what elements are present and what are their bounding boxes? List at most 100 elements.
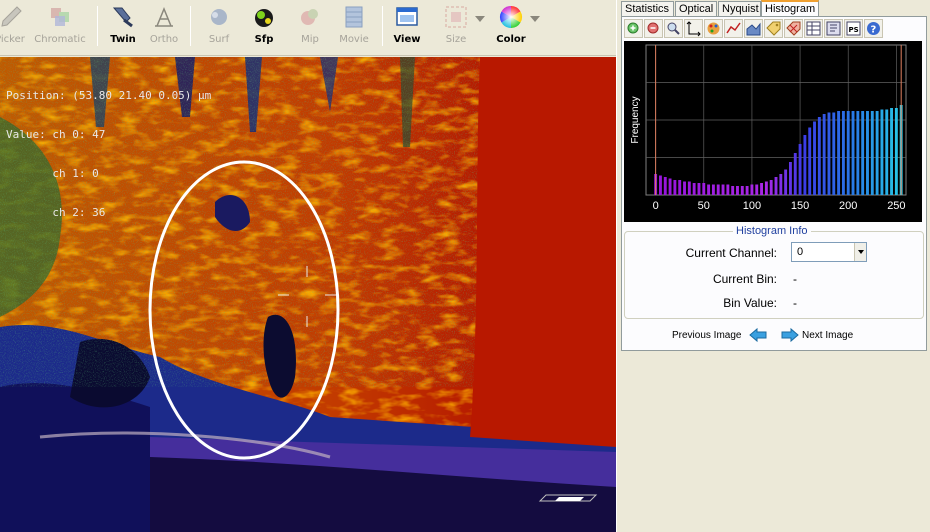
histogram-bar bbox=[822, 114, 826, 195]
image-viewport[interactable]: Position: (53.80 21.40 0.05) µm Value: c… bbox=[0, 57, 616, 532]
analysis-panel: Statistics Optical Nyquist Histogram PS … bbox=[616, 0, 930, 532]
value-readout-ch0: Value: ch 0: 47 bbox=[6, 128, 106, 141]
tab-optical[interactable]: Optical bbox=[675, 1, 717, 16]
histogram-bar bbox=[841, 111, 845, 195]
mip-icon bbox=[301, 9, 318, 25]
tag-button[interactable] bbox=[764, 19, 783, 38]
value-readout-ch2: ch 2: 36 bbox=[6, 206, 106, 219]
histogram-bar bbox=[687, 181, 691, 195]
histogram-bar bbox=[885, 109, 889, 195]
next-image-link[interactable]: Next Image bbox=[802, 330, 853, 341]
picker-icon bbox=[1, 6, 22, 27]
current-bin-label: Current Bin: bbox=[712, 272, 777, 286]
x-tick-label: 250 bbox=[887, 200, 905, 212]
tag-remove-button[interactable] bbox=[784, 19, 803, 38]
palette-button[interactable] bbox=[704, 19, 723, 38]
palette-icon bbox=[707, 22, 720, 35]
histogram-bar bbox=[683, 181, 686, 195]
histogram-bar bbox=[760, 183, 763, 195]
position-value-readout: Position: (53.80 21.40 0.05) µm Value: c… bbox=[6, 63, 211, 245]
histogram-bar bbox=[837, 111, 841, 195]
x-tick-label: 0 bbox=[653, 200, 659, 212]
histogram-bar bbox=[817, 117, 821, 195]
histogram-bar bbox=[750, 184, 754, 195]
zoom-in-icon bbox=[627, 22, 639, 34]
chevron-down-icon[interactable] bbox=[854, 243, 866, 261]
histogram-bar bbox=[731, 186, 735, 195]
histogram-bar bbox=[740, 186, 744, 195]
size-button[interactable]: Size bbox=[426, 2, 486, 50]
x-tick-label: 200 bbox=[839, 200, 857, 212]
color-dropdown-arrow[interactable] bbox=[530, 16, 540, 22]
chromatic-icon bbox=[51, 8, 69, 26]
histogram-bar bbox=[716, 184, 720, 195]
histogram-bar bbox=[856, 111, 860, 195]
surf-icon bbox=[211, 9, 227, 25]
view-icon bbox=[396, 7, 418, 26]
histogram-bar bbox=[711, 184, 715, 195]
main-toolbar: Picker Chromatic Twin Ortho Surf Sfp Mip bbox=[0, 0, 616, 56]
tag-icon bbox=[766, 21, 781, 36]
histogram-bar bbox=[769, 180, 773, 195]
current-channel-label: Current Channel: bbox=[685, 246, 777, 260]
histogram-bar bbox=[803, 135, 807, 195]
area-chart-icon bbox=[746, 22, 761, 36]
tag-remove-icon bbox=[786, 21, 801, 36]
zoom-in-button[interactable] bbox=[624, 19, 643, 38]
histogram-bar bbox=[793, 153, 797, 195]
ps-icon: PS bbox=[846, 21, 861, 36]
x-tick-label: 50 bbox=[698, 200, 710, 212]
current-channel-value: 0 bbox=[797, 246, 804, 258]
axis-icon bbox=[686, 21, 701, 37]
ps-button[interactable]: PS bbox=[844, 19, 863, 38]
histogram-bar bbox=[659, 175, 662, 195]
histogram-bar bbox=[870, 111, 874, 195]
sfp-icon bbox=[255, 9, 273, 27]
next-arrow-icon[interactable] bbox=[781, 327, 799, 343]
histogram-bar bbox=[894, 108, 898, 195]
histogram-bar bbox=[880, 109, 884, 195]
histogram-bar bbox=[851, 111, 855, 195]
ortho-icon bbox=[155, 7, 173, 27]
value-readout-ch1: ch 1: 0 bbox=[6, 167, 99, 180]
histogram-bar bbox=[707, 184, 711, 195]
y-axis-label: Frequency bbox=[630, 96, 641, 143]
histogram-bar bbox=[745, 186, 749, 195]
movie-icon bbox=[345, 6, 363, 28]
chromatic-button[interactable]: Chromatic bbox=[30, 2, 90, 50]
tab-nyquist[interactable]: Nyquist bbox=[718, 1, 761, 16]
help-button[interactable]: ? bbox=[864, 19, 883, 38]
color-button[interactable]: Color bbox=[481, 2, 541, 50]
zoom-fit-button[interactable] bbox=[664, 19, 683, 38]
line-chart-button[interactable] bbox=[724, 19, 743, 38]
histogram-bar bbox=[673, 180, 677, 195]
zoom-out-button[interactable] bbox=[644, 19, 663, 38]
histogram-info-group: Histogram Info Current Channel: 0 Curren… bbox=[624, 225, 924, 319]
histogram-bar bbox=[827, 112, 831, 195]
histogram-svg: 0 50 100 150 200 250 Frequency bbox=[630, 44, 907, 212]
app-window: Picker Chromatic Twin Ortho Surf Sfp Mip bbox=[0, 0, 930, 532]
histogram-bar bbox=[861, 111, 865, 195]
table-button[interactable] bbox=[804, 19, 823, 38]
help-icon: ? bbox=[867, 22, 880, 36]
tab-histogram[interactable]: Histogram bbox=[761, 0, 819, 17]
histogram-bar bbox=[813, 121, 816, 195]
area-chart-button[interactable] bbox=[744, 19, 763, 38]
histogram-bar bbox=[692, 183, 696, 195]
histogram-bar bbox=[779, 174, 783, 195]
histogram-bar bbox=[755, 184, 759, 195]
previous-image-link[interactable]: Previous Image bbox=[672, 330, 741, 341]
histogram-bar bbox=[726, 184, 730, 195]
histogram-chart[interactable]: 0 50 100 150 200 250 Frequency bbox=[624, 41, 922, 222]
previous-arrow-icon[interactable] bbox=[749, 327, 767, 343]
export-button[interactable] bbox=[824, 19, 843, 38]
histogram-bar bbox=[678, 180, 682, 195]
axis-button[interactable] bbox=[684, 19, 703, 38]
movie-button[interactable]: Movie bbox=[324, 2, 384, 50]
tab-statistics[interactable]: Statistics bbox=[621, 1, 674, 16]
svg-text:?: ? bbox=[871, 25, 877, 36]
current-channel-select[interactable]: 0 bbox=[791, 242, 867, 262]
table-icon bbox=[806, 21, 821, 36]
histogram-bar bbox=[663, 177, 667, 195]
ortho-button[interactable]: Ortho bbox=[134, 2, 194, 50]
